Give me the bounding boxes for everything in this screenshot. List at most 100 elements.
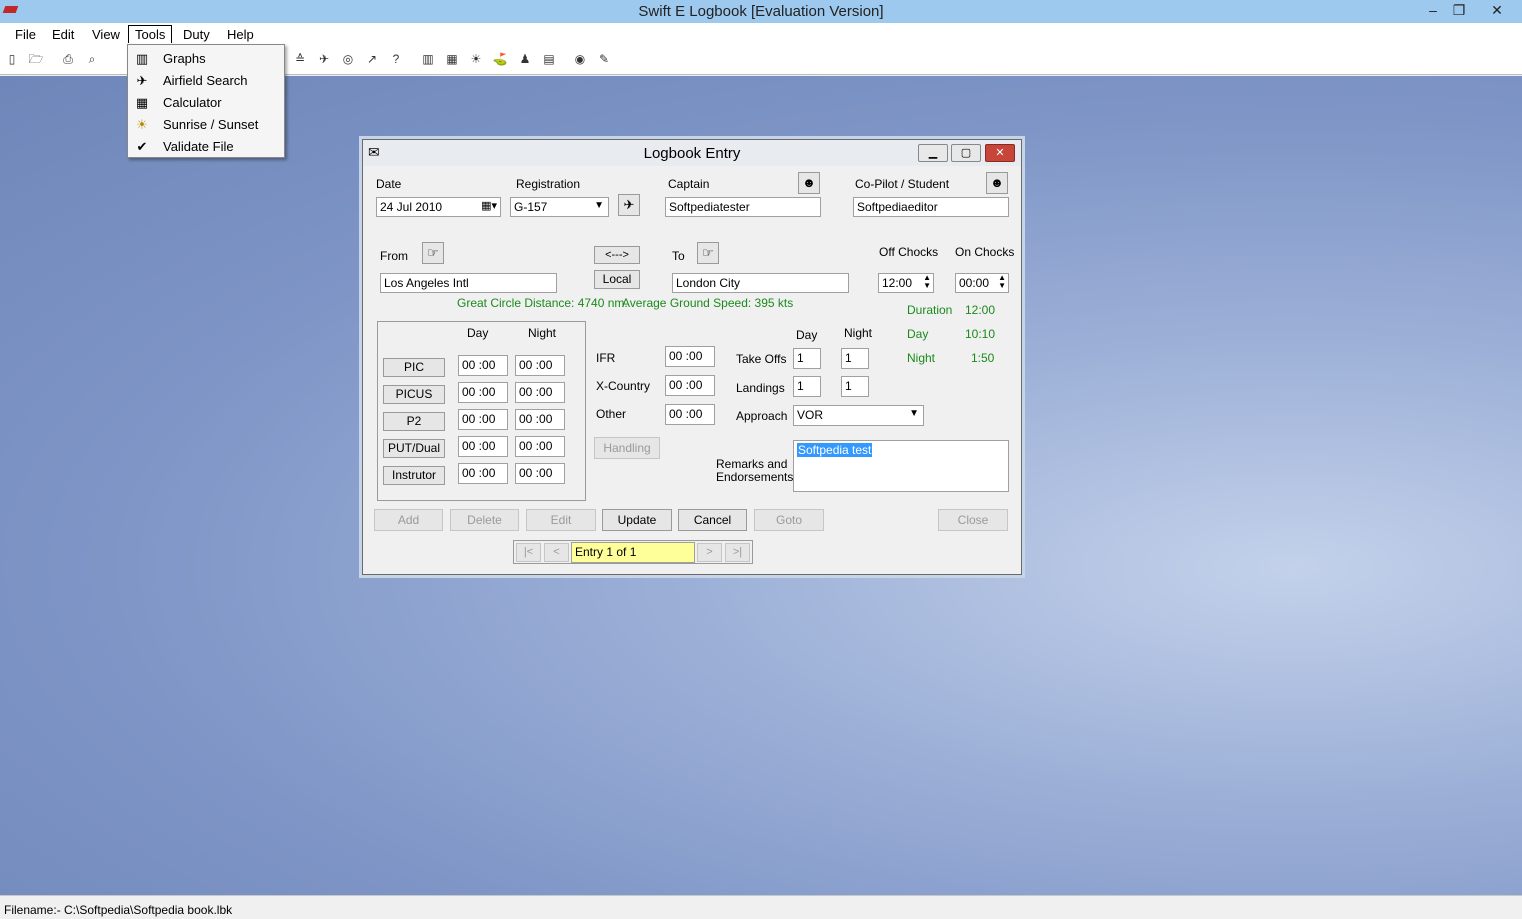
pic-night-field[interactable]: 00 :00 xyxy=(515,355,565,376)
instructor-button[interactable]: Instrutor xyxy=(383,466,445,485)
delete-button[interactable]: Delete xyxy=(450,509,519,531)
other-field[interactable]: 00 :00 xyxy=(665,404,715,425)
instructor-day-field[interactable]: 00 :00 xyxy=(458,463,508,484)
copilot-field[interactable]: Softpediaeditor xyxy=(853,197,1009,217)
p2-button[interactable]: P2 xyxy=(383,412,445,431)
captain-lookup-button[interactable]: ☻ xyxy=(798,172,820,194)
aircraft-lookup-button[interactable]: ✈ xyxy=(618,194,640,216)
landings-day-field[interactable]: 1 xyxy=(793,376,821,397)
night-time-value: 1:50 xyxy=(971,351,995,365)
p2-day-field[interactable]: 00 :00 xyxy=(458,409,508,430)
ifr-field[interactable]: 00 :00 xyxy=(665,346,715,367)
pic-button[interactable]: PIC xyxy=(383,358,445,377)
menu-item-sunrise-sunset[interactable]: ☀ Sunrise / Sunset xyxy=(129,113,283,135)
remarks-textarea[interactable]: Softpedia test xyxy=(793,440,1009,492)
sun-icon: ☀ xyxy=(136,117,148,132)
open-folder-icon[interactable]: 🗁 xyxy=(28,51,44,67)
night-time-label: Night xyxy=(907,351,936,365)
spinner-arrows-icon[interactable]: ▲ ▼ xyxy=(998,274,1006,290)
picus-button[interactable]: PICUS xyxy=(383,385,445,404)
arrow-icon[interactable]: ↗ xyxy=(364,51,380,67)
takeoffs-night-header: Night xyxy=(844,326,873,340)
menu-tools[interactable]: Tools xyxy=(128,25,173,43)
sun-icon[interactable]: ☀ xyxy=(468,51,484,67)
put-dual-day-field[interactable]: 00 :00 xyxy=(458,436,508,457)
edit-button[interactable]: Edit xyxy=(526,509,596,531)
from-field[interactable]: Los Angeles Intl xyxy=(380,273,557,293)
goto-button[interactable]: Goto xyxy=(754,509,824,531)
menu-help[interactable]: Help xyxy=(221,26,260,44)
captain-field[interactable]: Softpediatester xyxy=(665,197,821,217)
update-button[interactable]: Update xyxy=(602,509,672,531)
from-lookup-button[interactable]: ☞ xyxy=(422,242,444,264)
menu-item-graphs[interactable]: ▥ Graphs xyxy=(129,47,283,69)
picus-night-field[interactable]: 00 :00 xyxy=(515,382,565,403)
calendar-dropdown-icon[interactable]: ▦▾ xyxy=(481,199,497,212)
dialog-close-button[interactable]: ✕ xyxy=(985,144,1015,162)
new-file-icon[interactable]: ▯ xyxy=(4,51,20,67)
xcountry-field[interactable]: 00 :00 xyxy=(665,375,715,396)
next-record-button[interactable]: > xyxy=(697,543,722,562)
menu-duty[interactable]: Duty xyxy=(177,26,216,44)
ground-speed-text: Average Ground Speed: 395 kts xyxy=(622,296,794,310)
xcountry-label: X-Country xyxy=(596,379,651,393)
person-icon[interactable]: ♟ xyxy=(517,51,533,67)
close-dialog-button[interactable]: Close xyxy=(938,509,1008,531)
validate-icon[interactable]: ✎ xyxy=(596,51,612,67)
p2-night-field[interactable]: 00 :00 xyxy=(515,409,565,430)
print-icon[interactable]: ⎙ xyxy=(60,51,76,67)
grid-icon[interactable]: ▤ xyxy=(541,51,557,67)
swap-airfields-button[interactable]: <---> xyxy=(594,246,640,264)
bar-chart-icon[interactable]: ▥ xyxy=(420,51,436,67)
put-dual-button[interactable]: PUT/Dual xyxy=(383,439,445,458)
dialog-minimize-button[interactable]: ▁ xyxy=(918,144,948,162)
pic-day-field[interactable]: 00 :00 xyxy=(458,355,508,376)
add-button[interactable]: Add xyxy=(374,509,443,531)
plane-icon[interactable]: ✈ xyxy=(316,51,332,67)
app-title-bar: Swift E Logbook [Evaluation Version] – ❐… xyxy=(0,0,1522,23)
dialog-maximize-button[interactable]: ▢ xyxy=(951,144,981,162)
help-icon[interactable]: ? xyxy=(388,51,404,67)
airfield-icon[interactable]: ⛳ xyxy=(492,51,508,67)
on-chocks-spinner[interactable]: 00:00 ▲ ▼ xyxy=(955,273,1009,293)
last-record-button[interactable]: >| xyxy=(725,543,750,562)
menu-item-validate-file[interactable]: ✔ Validate File xyxy=(129,135,283,157)
to-field[interactable]: London City xyxy=(672,273,849,293)
ring-icon[interactable]: ◎ xyxy=(340,51,356,67)
copilot-lookup-button[interactable]: ☻ xyxy=(986,172,1008,194)
first-record-button[interactable]: |< xyxy=(516,543,541,562)
picus-day-field[interactable]: 00 :00 xyxy=(458,382,508,403)
distance-text: Great Circle Distance: 4740 nm. xyxy=(457,296,628,310)
instructor-night-field[interactable]: 00 :00 xyxy=(515,463,565,484)
to-lookup-button[interactable]: ☞ xyxy=(697,242,719,264)
filename-status: Filename:- C:\Softpedia\Softpedia book.l… xyxy=(4,903,233,917)
takeoffs-night-field[interactable]: 1 xyxy=(841,348,869,369)
menu-file[interactable]: File xyxy=(9,26,42,44)
print-preview-icon[interactable]: ⌕ xyxy=(84,51,100,67)
local-button[interactable]: Local xyxy=(594,270,640,289)
menu-item-airfield-search[interactable]: ✈ Airfield Search xyxy=(129,69,283,91)
put-dual-night-field[interactable]: 00 :00 xyxy=(515,436,565,457)
date-label: Date xyxy=(376,177,402,191)
menu-item-calculator[interactable]: ▦ Calculator xyxy=(129,91,283,113)
landings-night-field[interactable]: 1 xyxy=(841,376,869,397)
date-picker[interactable]: 24 Jul 2010 ▦▾ xyxy=(376,197,501,217)
registration-select[interactable]: G-157 ▼ xyxy=(510,197,609,217)
menu-edit[interactable]: Edit xyxy=(46,26,80,44)
maximize-button[interactable]: ❐ xyxy=(1444,0,1474,21)
close-button[interactable]: ✕ xyxy=(1482,0,1512,21)
prev-record-button[interactable]: < xyxy=(544,543,569,562)
cancel-button[interactable]: Cancel xyxy=(678,509,747,531)
badge-icon[interactable]: ◉ xyxy=(572,51,588,67)
takeoffs-day-field[interactable]: 1 xyxy=(793,348,821,369)
handling-button[interactable]: Handling xyxy=(594,437,660,459)
calculator-icon[interactable]: ▦ xyxy=(444,51,460,67)
off-chocks-spinner[interactable]: 12:00 ▲ ▼ xyxy=(878,273,934,293)
person-icon: ☻ xyxy=(990,175,1004,190)
approach-select[interactable]: VOR ▼ xyxy=(793,405,924,426)
dialog-title-bar: ✉ Logbook Entry ▁ ▢ ✕ xyxy=(363,140,1021,166)
chart-icon[interactable]: ≙ xyxy=(292,51,308,67)
spinner-arrows-icon[interactable]: ▲ ▼ xyxy=(923,274,931,290)
menu-view[interactable]: View xyxy=(86,26,126,44)
record-position-field: Entry 1 of 1 xyxy=(571,542,695,563)
